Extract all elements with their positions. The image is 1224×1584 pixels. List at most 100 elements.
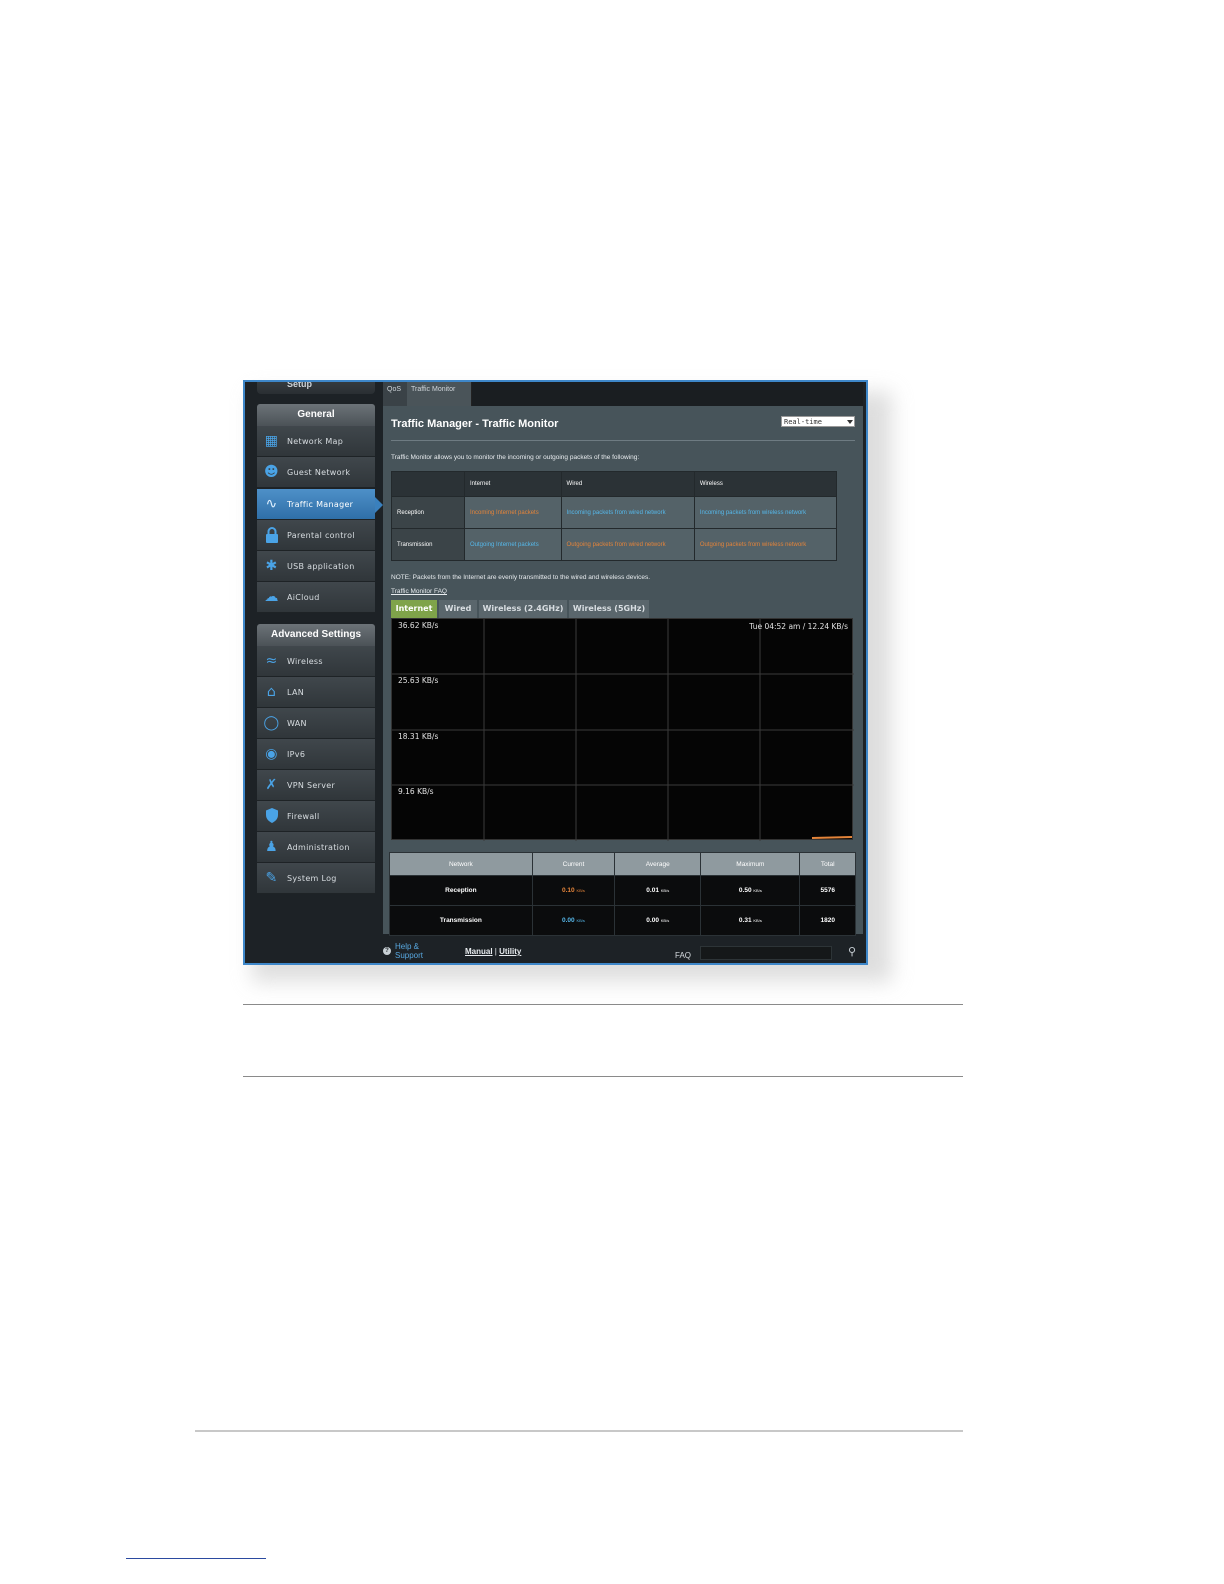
info-table: Internet Wired Wireless Reception Incomi… [391, 471, 838, 561]
table-row: Reception Incoming Internet packets Inco… [391, 496, 838, 529]
sidebar-item-label: Network Map [287, 437, 344, 446]
lock-icon [263, 527, 280, 544]
row-label: Transmission [391, 528, 465, 561]
table-header-cell [391, 471, 465, 497]
y-axis-label: 9.16 KB/s [398, 787, 434, 796]
sidebar-item-label: Guest Network [287, 468, 351, 477]
sidebar-item-system-log[interactable]: ✎ System Log [257, 863, 375, 894]
sidebar-item-network-map[interactable]: ▦ Network Map [257, 426, 375, 457]
intro-text: Traffic Monitor allows you to monitor th… [391, 454, 640, 461]
page-footer-rule [126, 1558, 266, 1559]
row-label: Reception [389, 875, 533, 906]
graph-tab-internet[interactable]: Internet [391, 600, 437, 618]
setup-button[interactable]: Setup [257, 382, 375, 394]
mode-select[interactable]: Real-time [781, 416, 855, 427]
table-header-cell: Wired [560, 471, 695, 497]
general-heading: General [257, 404, 375, 426]
traffic-monitor-faq-link[interactable]: Traffic Monitor FAQ [391, 588, 447, 595]
mode-select-value: Real-time [784, 418, 822, 426]
y-axis-label: 25.63 KB/s [398, 676, 439, 685]
table-row: Reception 0.10 KB/s 0.01 KB/s 0.50 KB/s … [389, 875, 856, 906]
page-title: Traffic Manager - Traffic Monitor [391, 418, 559, 430]
traffic-graph: 36.62 KB/s 25.63 KB/s 18.31 KB/s 9.16 KB… [391, 618, 854, 841]
sidebar-item-label: System Log [287, 874, 337, 883]
puzzle-icon: ✱ [265, 558, 278, 574]
table-header-row: Internet Wired Wireless [391, 471, 838, 497]
sidebar-item-usb-application[interactable]: ✱ USB application [257, 551, 375, 582]
stat-total: 1820 [799, 905, 856, 936]
sidebar-item-parental-control[interactable]: Parental control [257, 520, 375, 551]
traffic-manager-icon: ∿ [265, 496, 278, 512]
sidebar-item-administration[interactable]: ♟ Administration [257, 832, 375, 863]
stat-maximum: 0.31 KB/s [700, 905, 801, 936]
help-links: Manual | Utility [465, 947, 521, 956]
y-axis-label: 18.31 KB/s [398, 732, 439, 741]
tab-qos[interactable]: QoS [383, 382, 410, 406]
table-header-cell: Maximum [700, 852, 801, 876]
globe-icon: ◯ [263, 715, 280, 731]
sidebar-item-firewall[interactable]: Firewall [257, 801, 375, 832]
faq-search-input[interactable] [700, 946, 832, 960]
sidebar: Setup General ▦ Network Map ☻ Guest Netw… [255, 382, 383, 937]
note-text: NOTE: Packets from the Internet are even… [391, 574, 651, 581]
graph-tab-wireless-24[interactable]: Wireless (2.4GHz) [479, 600, 567, 618]
sidebar-item-aicloud[interactable]: ☁ AiCloud [257, 582, 375, 613]
sidebar-item-wireless[interactable]: ≈ Wireless [257, 646, 375, 677]
page-rule-top [243, 1004, 963, 1005]
tab-traffic-monitor[interactable]: Traffic Monitor [407, 382, 472, 406]
admin-user-icon: ♟ [265, 839, 278, 855]
sidebar-item-lan[interactable]: ⌂ LAN [257, 677, 375, 708]
table-cell: Incoming Internet packets [464, 496, 562, 529]
page-rule-mid [243, 1076, 963, 1077]
table-row: Transmission 0.00 KB/s 0.00 KB/s 0.31 KB… [389, 905, 856, 936]
table-row: Transmission Outgoing Internet packets O… [391, 528, 838, 561]
row-label: Transmission [389, 905, 533, 936]
stat-total: 5576 [799, 875, 856, 906]
graph-grid [392, 619, 854, 841]
stats-table: Network Current Average Maximum Total Re… [389, 852, 856, 936]
graph-tab-wired[interactable]: Wired [439, 600, 477, 618]
sidebar-item-label: Parental control [287, 531, 355, 540]
network-map-icon: ▦ [264, 433, 279, 449]
sidebar-item-vpn-server[interactable]: ✗ VPN Server [257, 770, 375, 801]
search-icon[interactable]: ⚲ [845, 945, 859, 959]
sidebar-item-label: Wireless [287, 657, 323, 666]
vpn-icon: ✗ [265, 777, 278, 793]
table-header-cell: Average [614, 852, 702, 876]
sidebar-item-traffic-manager[interactable]: ∿ Traffic Manager [257, 489, 383, 520]
top-tab-bar: QoS Traffic Monitor [383, 382, 863, 406]
graph-tab-wireless-5[interactable]: Wireless (5GHz) [569, 600, 649, 618]
sidebar-item-label: USB application [287, 562, 355, 571]
title-divider [391, 440, 855, 441]
stat-average: 0.01 KB/s [614, 875, 702, 906]
router-ui-screenshot: Setup General ▦ Network Map ☻ Guest Netw… [243, 380, 868, 965]
link-separator: | [494, 947, 497, 956]
sidebar-item-label: IPv6 [287, 750, 306, 759]
help-support-label: Help & Support [395, 942, 424, 960]
sidebar-item-guest-network[interactable]: ☻ Guest Network [257, 457, 375, 488]
help-bar: ? Help & Support Manual | Utility FAQ ⚲ [245, 937, 866, 963]
table-header-cell: Current [531, 852, 616, 876]
sidebar-item-label: Traffic Manager [287, 500, 354, 509]
page-rule-bottom [195, 1430, 963, 1432]
table-cell: Outgoing packets from wireless network [693, 528, 838, 561]
stat-maximum: 0.50 KB/s [700, 875, 801, 906]
sidebar-item-ipv6[interactable]: ◉ IPv6 [257, 739, 375, 770]
sidebar-item-label: LAN [287, 688, 304, 697]
sidebar-item-label: VPN Server [287, 781, 336, 790]
advanced-settings-heading: Advanced Settings [257, 624, 375, 646]
table-cell: Incoming packets from wireless network [693, 496, 838, 529]
table-cell: Outgoing Internet packets [464, 528, 562, 561]
sidebar-item-wan[interactable]: ◯ WAN [257, 708, 375, 739]
main-panel: Traffic Manager - Traffic Monitor Real-t… [383, 406, 863, 936]
table-header-cell: Wireless [693, 471, 838, 497]
row-label: Reception [391, 496, 465, 529]
cloud-icon: ☁ [264, 589, 279, 605]
y-axis-label: 36.62 KB/s [398, 621, 439, 630]
wireless-icon: ≈ [265, 653, 278, 669]
help-question-icon: ? [383, 947, 391, 955]
utility-link[interactable]: Utility [499, 947, 521, 956]
log-edit-icon: ✎ [265, 870, 278, 886]
manual-link[interactable]: Manual [465, 947, 493, 956]
shield-icon [263, 808, 280, 825]
